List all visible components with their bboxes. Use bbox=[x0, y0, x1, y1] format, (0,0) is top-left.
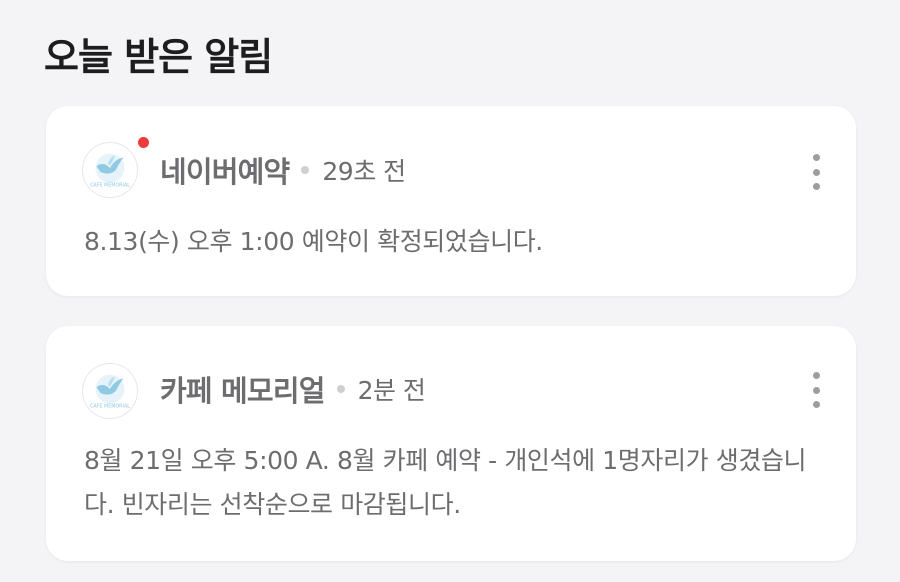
timestamp: 29초 전 bbox=[322, 157, 406, 186]
unread-indicator bbox=[138, 137, 149, 148]
bird-logo-icon: CAFE MEMORIAL bbox=[90, 153, 130, 188]
notification-message: 8.13(수) 오후 1:00 예약이 확정되었습니다. bbox=[84, 227, 543, 256]
notification-card[interactable]: CAFE MEMORIAL 네이버예약 29초 전 8.13(수) 오후 1:0… bbox=[46, 106, 856, 296]
avatar-logo-text: CAFE MEMORIAL bbox=[90, 403, 130, 409]
notification-header: 네이버예약 29초 전 bbox=[160, 150, 406, 190]
more-dot bbox=[812, 401, 820, 408]
more-dot bbox=[812, 386, 820, 394]
timestamp: 2분 전 bbox=[357, 376, 426, 405]
more-dot bbox=[812, 183, 820, 190]
more-options-button[interactable] bbox=[806, 152, 826, 192]
more-dot bbox=[812, 372, 820, 379]
bird-logo-icon: CAFE MEMORIAL bbox=[90, 374, 130, 409]
more-dot bbox=[812, 168, 820, 176]
separator-dot bbox=[336, 385, 345, 393]
sender-name[interactable]: 카페 메모리얼 bbox=[160, 368, 325, 410]
notification-message: 8월 21일 오후 5:00 A. 8월 카페 예약 - 개인석에 1명자리가 … bbox=[84, 446, 807, 519]
separator-dot bbox=[301, 166, 310, 174]
avatar[interactable]: CAFE MEMORIAL bbox=[82, 142, 138, 198]
page-title: 오늘 받은 알림 bbox=[44, 35, 273, 79]
notification-header: 카페 메모리얼 2분 전 bbox=[160, 368, 426, 410]
more-options-button[interactable] bbox=[806, 370, 826, 410]
sender-name[interactable]: 네이버예약 bbox=[160, 149, 290, 191]
more-dot bbox=[812, 154, 820, 161]
avatar-logo-text: CAFE MEMORIAL bbox=[90, 182, 130, 188]
avatar[interactable]: CAFE MEMORIAL bbox=[82, 363, 138, 419]
notification-card[interactable]: CAFE MEMORIAL 카페 메모리얼 2분 전 8월 21일 오후 5:0… bbox=[46, 326, 856, 561]
